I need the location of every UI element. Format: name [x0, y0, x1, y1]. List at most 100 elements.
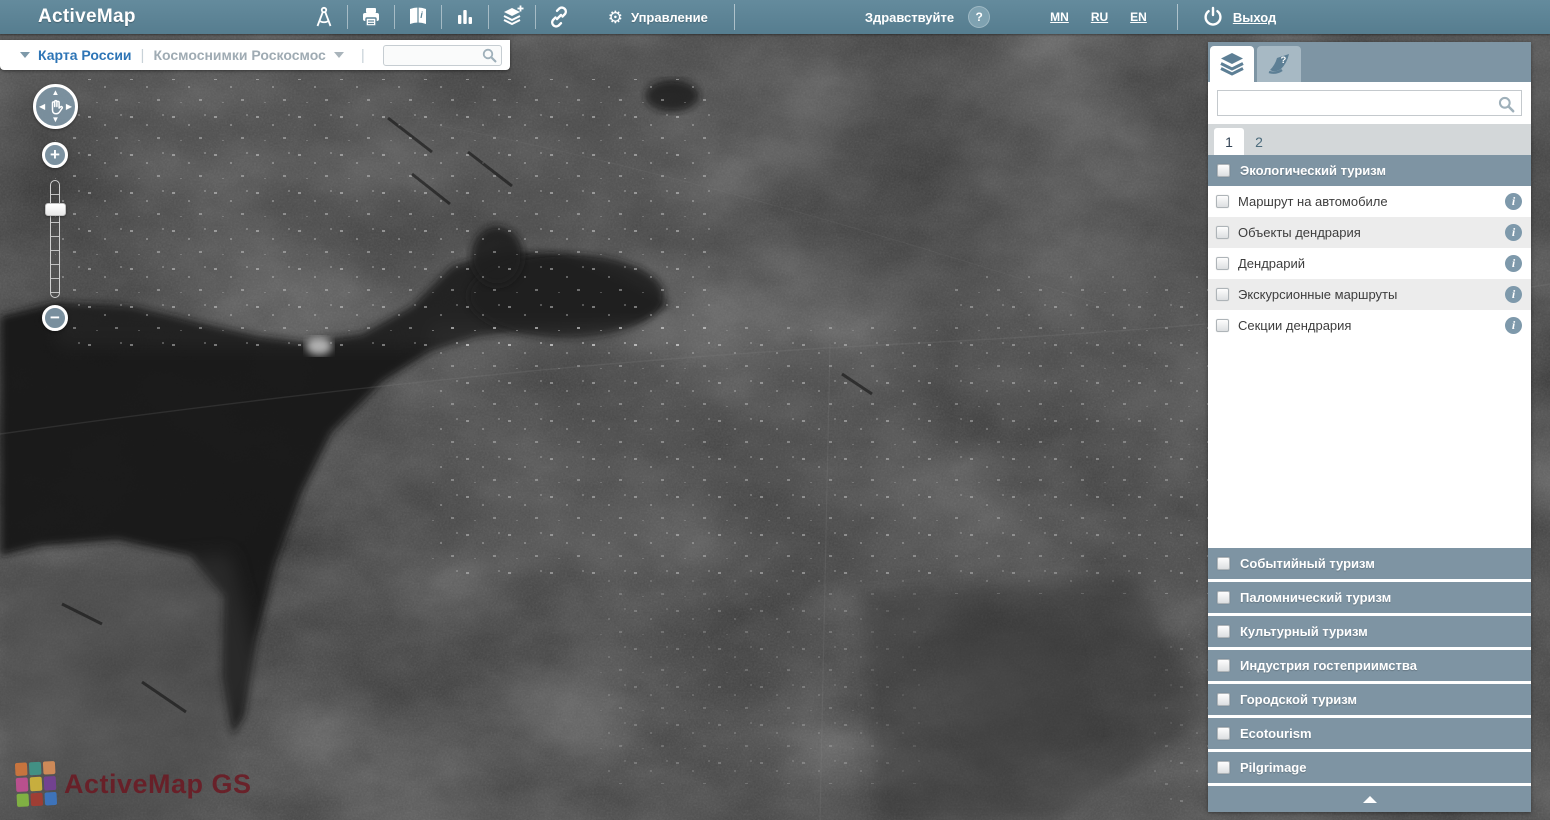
- layer-group-header[interactable]: Городской туризм: [1208, 684, 1531, 715]
- header-toolbar: i: [301, 0, 582, 34]
- layer-row[interactable]: Экскурсионные маршрутыi: [1208, 279, 1531, 310]
- panel-collapse-button[interactable]: [1208, 786, 1531, 812]
- layers-icon: [1218, 51, 1246, 77]
- layer-checkbox[interactable]: [1216, 257, 1229, 270]
- layer-pagination: 1 2: [1208, 124, 1531, 155]
- group-label: Событийный туризм: [1240, 556, 1375, 571]
- group-checkbox[interactable]: [1217, 727, 1230, 740]
- zoom-slider[interactable]: [50, 180, 60, 298]
- group-checkbox[interactable]: [1217, 659, 1230, 672]
- toolbar-divider: |: [141, 47, 145, 64]
- layer-info-icon[interactable]: i: [1505, 286, 1522, 303]
- measure-compass-icon[interactable]: [301, 0, 347, 34]
- basemap-selector[interactable]: Карта России: [38, 47, 132, 63]
- page-tab-2[interactable]: 2: [1244, 128, 1274, 155]
- layer-info-icon[interactable]: i: [1505, 255, 1522, 272]
- language-link-en[interactable]: EN: [1130, 10, 1147, 24]
- management-label: Управление: [631, 10, 708, 25]
- layer-row[interactable]: Секции дендрарияi: [1208, 310, 1531, 341]
- zoom-slider-handle[interactable]: [45, 203, 66, 216]
- language-switcher: MN RU EN: [1050, 10, 1147, 24]
- layer-checkbox[interactable]: [1216, 288, 1229, 301]
- group-checkbox[interactable]: [1217, 761, 1230, 774]
- toolbar-divider: |: [361, 47, 365, 64]
- power-icon: [1202, 6, 1224, 28]
- collapsed-group-stack: Событийный туризм Паломнический туризм Кул…: [1208, 545, 1531, 783]
- page-tab-1[interactable]: 1: [1214, 128, 1244, 155]
- layer-info-icon[interactable]: i: [1505, 224, 1522, 241]
- layer-row[interactable]: Маршрут на автомобилеi: [1208, 186, 1531, 217]
- layer-label: Дендрарий: [1238, 256, 1505, 271]
- panel-tab-bar: ?: [1208, 42, 1531, 82]
- group-label: Pilgrimage: [1240, 760, 1306, 775]
- svg-text:?: ?: [1281, 55, 1287, 66]
- group-label: Культурный туризм: [1240, 624, 1368, 639]
- collapse-arrow-icon: [1363, 796, 1377, 803]
- search-icon[interactable]: [482, 48, 497, 63]
- layers-tab[interactable]: [1210, 46, 1254, 82]
- panel-empty-area: [1208, 341, 1531, 545]
- group-checkbox[interactable]: [1217, 164, 1230, 177]
- layer-group-header[interactable]: Событийный туризм: [1208, 548, 1531, 579]
- layer-search-icon[interactable]: [1498, 96, 1515, 113]
- layer-group-header[interactable]: Паломнический туризм: [1208, 582, 1531, 613]
- layer-checkbox[interactable]: [1216, 319, 1229, 332]
- app-title: ActiveMap: [38, 6, 136, 28]
- greeting-text: Здравствуйте: [865, 10, 954, 25]
- layer-info-icon[interactable]: i: [1505, 317, 1522, 334]
- basemap-toolbar: Карта России | Космоснимки Роскосмос |: [0, 40, 510, 70]
- group-label: Экологический туризм: [1240, 163, 1386, 178]
- imagery-dropdown-caret-icon[interactable]: [334, 52, 344, 58]
- top-header: ActiveMap: [0, 0, 1550, 34]
- layer-label: Объекты дендрария: [1238, 225, 1505, 240]
- layer-label: Секции дендрария: [1238, 318, 1505, 333]
- pan-up-icon[interactable]: ▲: [52, 89, 60, 97]
- layer-group-header[interactable]: Индустрия гостеприимства: [1208, 650, 1531, 681]
- logout-label: Выход: [1233, 10, 1276, 25]
- help-button[interactable]: ?: [968, 6, 990, 28]
- activemap-application: ActiveMap: [0, 0, 1550, 820]
- legend-icon: ?: [1265, 51, 1293, 77]
- logout-button[interactable]: Выход: [1178, 6, 1304, 28]
- layer-label: Экскурсионные маршруты: [1238, 287, 1505, 302]
- zoom-out-button[interactable]: −: [42, 305, 68, 331]
- group-label: Ecotourism: [1240, 726, 1312, 741]
- basemap-dropdown-caret-icon[interactable]: [20, 52, 30, 58]
- pan-control[interactable]: ▲ ▼ ◀ ▶: [33, 84, 78, 129]
- layer-label: Маршрут на автомобиле: [1238, 194, 1505, 209]
- pan-right-icon[interactable]: ▶: [66, 103, 72, 111]
- layer-info-icon[interactable]: i: [1505, 193, 1522, 210]
- group-checkbox[interactable]: [1217, 557, 1230, 570]
- legend-tab[interactable]: ?: [1257, 46, 1301, 82]
- layer-row[interactable]: Объекты дендрарияi: [1208, 217, 1531, 248]
- add-layer-icon[interactable]: [489, 0, 535, 34]
- layer-checkbox[interactable]: [1216, 195, 1229, 208]
- group-checkbox[interactable]: [1217, 625, 1230, 638]
- group-label: Городской туризм: [1240, 692, 1357, 707]
- pan-down-icon[interactable]: ▼: [52, 116, 60, 124]
- layer-group-header-expanded[interactable]: Экологический туризм: [1208, 155, 1531, 186]
- group-label: Паломнический туризм: [1240, 590, 1391, 605]
- group-checkbox[interactable]: [1217, 693, 1230, 706]
- zoom-in-button[interactable]: +: [42, 142, 68, 168]
- reference-book-icon[interactable]: i: [395, 0, 441, 34]
- layers-panel: ? 1 2 Экологический туризм Маршрут на ав…: [1208, 42, 1531, 812]
- layer-group-header[interactable]: Pilgrimage: [1208, 752, 1531, 783]
- group-label: Индустрия гостеприимства: [1240, 658, 1417, 673]
- pan-left-icon[interactable]: ◀: [39, 103, 45, 111]
- layer-group-header[interactable]: Культурный туризм: [1208, 616, 1531, 647]
- group-checkbox[interactable]: [1217, 591, 1230, 604]
- gear-icon: ⚙: [608, 9, 623, 26]
- language-link-ru[interactable]: RU: [1091, 10, 1108, 24]
- print-icon[interactable]: [348, 0, 394, 34]
- layer-checkbox[interactable]: [1216, 226, 1229, 239]
- layer-group-header[interactable]: Ecotourism: [1208, 718, 1531, 749]
- statistics-icon[interactable]: [442, 0, 488, 34]
- language-link-mn[interactable]: MN: [1050, 10, 1069, 24]
- share-link-icon[interactable]: [536, 0, 582, 34]
- imagery-selector[interactable]: Космоснимки Роскосмос: [153, 47, 325, 63]
- management-button[interactable]: ⚙ Управление: [582, 0, 734, 34]
- layer-list: Маршрут на автомобилеiОбъекты дендрарияi…: [1208, 186, 1531, 341]
- layer-search-input[interactable]: [1217, 90, 1522, 116]
- layer-row[interactable]: Дендрарийi: [1208, 248, 1531, 279]
